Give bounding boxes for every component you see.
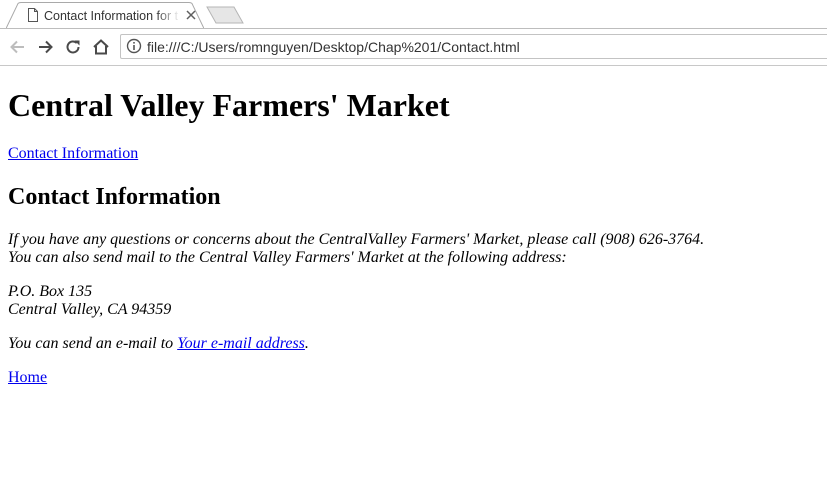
home-button[interactable] [91,37,111,57]
address-line-2: Central Valley, CA 94359 [8,301,172,318]
info-icon[interactable] [126,38,142,54]
tab-active[interactable]: Contact Information for the Central Vall… [6,2,204,29]
intro-paragraph: If you have any questions or concerns ab… [8,231,819,267]
address-paragraph: P.O. Box 135 Central Valley, CA 94359 [8,283,819,319]
nav-paragraph: Contact Information [8,145,819,163]
email-suffix: . [304,335,309,352]
intro-line-2: You can also send mail to the Central Va… [8,249,567,266]
forward-arrow-icon [39,40,53,54]
url-text[interactable]: file:///C:/Users/romnguyen/Desktop/Chap%… [147,38,520,56]
email-paragraph: You can send an e-mail to Your e-mail ad… [8,335,819,353]
email-prefix: You can send an e-mail to [8,335,178,352]
section-heading: Contact Information [8,184,221,210]
home-link[interactable]: Home [8,369,47,386]
forward-button[interactable] [35,37,55,57]
tab-title-fade [156,6,180,26]
home-icon [93,39,109,55]
intro-line-1: If you have any questions or concerns ab… [8,231,705,248]
document-icon [27,8,39,22]
tab-strip: Contact Information for the Central Vall… [0,0,827,29]
reload-button[interactable] [63,37,83,57]
new-tab-button[interactable] [206,6,244,24]
reload-icon [66,40,80,54]
home-paragraph: Home [8,369,819,387]
contact-information-link[interactable]: Contact Information [8,145,138,162]
back-arrow-icon [10,40,24,54]
back-button[interactable] [8,37,28,57]
address-line-1: P.O. Box 135 [8,283,93,300]
close-icon[interactable] [185,9,197,21]
email-link[interactable]: Your e-mail address [177,335,305,352]
page-content: Central Valley Farmers' Market Contact I… [8,66,819,387]
page-title: Central Valley Farmers' Market [8,87,450,123]
